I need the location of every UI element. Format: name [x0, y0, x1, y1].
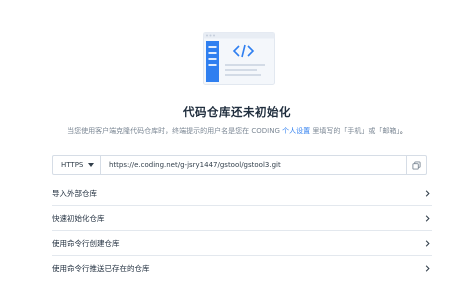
- option-quick-init-repo[interactable]: 快速初始化仓库: [52, 206, 432, 231]
- option-label: 使用命令行推送已存在的仓库: [52, 264, 150, 273]
- copy-icon: [412, 160, 421, 170]
- option-label: 快速初始化仓库: [52, 213, 105, 223]
- chevron-right-icon: [425, 239, 430, 247]
- personal-settings-link[interactable]: 个人设置: [282, 127, 310, 135]
- protocol-label: HTTPS: [61, 161, 84, 169]
- option-import-external-repo[interactable]: 导入外部仓库: [52, 181, 432, 206]
- clone-url-bar: HTTPS https://e.coding.net/g-jsry1447/gs…: [52, 155, 427, 175]
- chevron-right-icon: [425, 189, 430, 197]
- option-cli-create-repo[interactable]: 使用命令行创建仓库: [52, 231, 432, 256]
- empty-state-description: 当您使用客户端克隆代码仓库时，终端提示的用户名是您在 CODING 个人设置 里…: [0, 126, 474, 136]
- description-text-suffix: 里填写的「手机」或「邮箱」: [310, 127, 400, 135]
- chevron-right-icon: [425, 214, 430, 222]
- chevron-right-icon: [425, 265, 430, 272]
- copy-button[interactable]: [406, 156, 426, 174]
- code-window-icon: [203, 32, 275, 85]
- empty-state-title: 代码仓库还未初始化: [183, 105, 291, 119]
- code-repo-illustration: [203, 32, 275, 85]
- description-end: 。: [399, 127, 407, 135]
- description-text: 当您使用客户端克隆代码仓库时，终端提示的用户名是您在 CODING: [67, 127, 283, 135]
- option-label: 使用命令行创建仓库: [52, 238, 120, 248]
- protocol-select[interactable]: HTTPS: [53, 156, 101, 174]
- clone-url-field[interactable]: https://e.coding.net/g-jsry1447/gstool/g…: [101, 156, 406, 174]
- option-label: 导入外部仓库: [52, 188, 97, 198]
- option-cli-push-existing-repo[interactable]: 使用命令行推送已存在的仓库: [52, 256, 432, 281]
- init-options-list: 导入外部仓库 快速初始化仓库 使用命令行创建仓库 使用命令行推送已存在的仓库: [52, 181, 432, 281]
- caret-down-icon: [88, 163, 94, 167]
